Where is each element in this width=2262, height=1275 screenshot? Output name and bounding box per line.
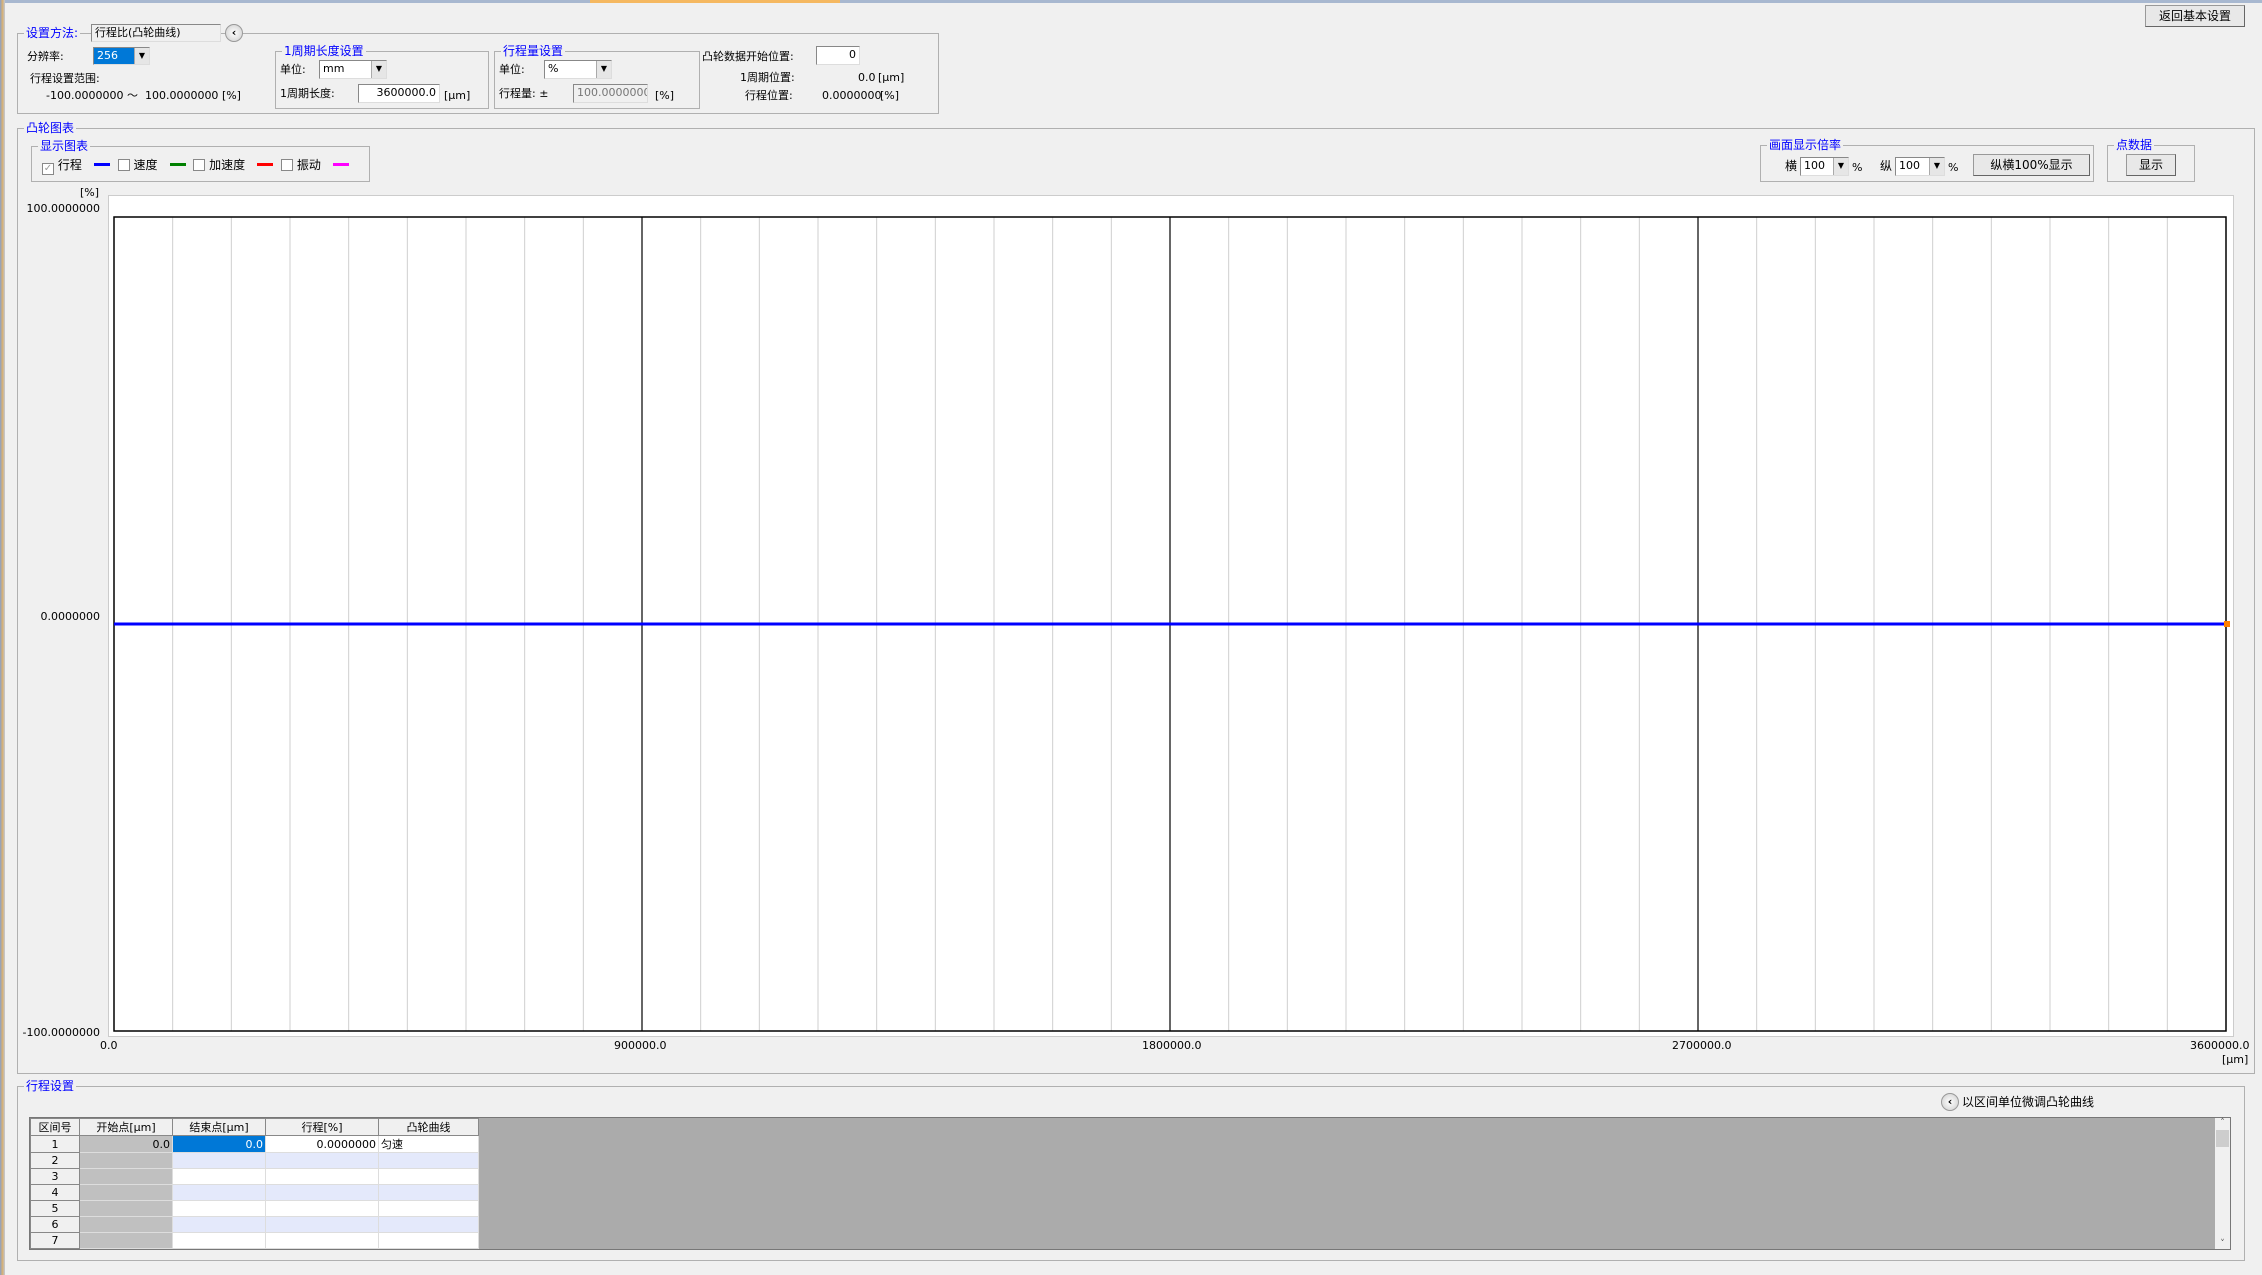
table-cell: 6 [30,1216,80,1233]
column-header[interactable]: 行程[%] [265,1118,379,1136]
column-header[interactable]: 区间号 [30,1118,80,1136]
table-row[interactable]: 4 [30,1184,479,1201]
scroll-thumb[interactable] [2216,1130,2229,1147]
column-header[interactable]: 凸轮曲线 [378,1118,479,1136]
interval-table: 区间号 开始点[μm] 结束点[μm] 行程[%] 凸轮曲线 1 0.0 0.0 0.00000… [30,1118,479,1249]
column-header[interactable]: 结束点[μm] [172,1118,266,1136]
table-cell[interactable] [378,1152,479,1169]
table-cell[interactable] [79,1200,173,1217]
table-cell: 1 [30,1135,80,1153]
table-cell: 3 [30,1168,80,1185]
scroll-up-icon[interactable]: ˄ [2215,1118,2230,1128]
table-row[interactable]: 7 [30,1232,479,1249]
table-cell[interactable] [378,1168,479,1185]
end-point-marker [2224,621,2230,627]
fine-tune-chevron-left-icon[interactable]: ‹ [1941,1093,1959,1111]
table-cell[interactable] [265,1200,379,1217]
table-row[interactable]: 5 [30,1200,479,1217]
table-cell[interactable] [172,1216,266,1233]
interval-table-container: 区间号 开始点[μm] 结束点[μm] 行程[%] 凸轮曲线 1 0.0 0.0 0.00000… [29,1117,2231,1250]
column-header[interactable]: 开始点[μm] [79,1118,173,1136]
table-cell[interactable]: 0.0 [172,1135,266,1153]
table-cell: 2 [30,1152,80,1169]
table-cell[interactable] [172,1200,266,1217]
table-cell[interactable]: 匀速 [378,1135,479,1153]
stroke-settings-title: 行程设置 [24,1079,77,1093]
scroll-down-icon[interactable]: ˅ [2215,1239,2230,1249]
table-cell[interactable] [79,1232,173,1249]
table-cell[interactable] [378,1200,479,1217]
table-cell[interactable] [172,1152,266,1169]
table-header-row: 区间号 开始点[μm] 结束点[μm] 行程[%] 凸轮曲线 [30,1118,479,1136]
table-cell[interactable]: 0.0000000 [265,1135,379,1153]
table-cell: 4 [30,1184,80,1201]
table-cell[interactable] [172,1232,266,1249]
table-cell[interactable] [172,1168,266,1185]
table-row[interactable]: 2 [30,1152,479,1169]
table-cell[interactable] [378,1216,479,1233]
table-cell[interactable] [378,1232,479,1249]
table-cell[interactable] [79,1184,173,1201]
table-cell[interactable] [79,1152,173,1169]
table-cell[interactable] [265,1152,379,1169]
table-cell[interactable] [79,1216,173,1233]
table-cell[interactable] [172,1184,266,1201]
table-row[interactable]: 1 0.0 0.0 0.0000000 匀速 [30,1135,479,1153]
table-cell[interactable]: 0.0 [79,1135,173,1153]
table-cell[interactable] [378,1184,479,1201]
table-cell[interactable] [265,1184,379,1201]
table-row[interactable]: 3 [30,1168,479,1185]
table-row[interactable]: 6 [30,1216,479,1233]
table-cell: 5 [30,1200,80,1217]
table-cell[interactable] [265,1216,379,1233]
cam-chart-plot [113,216,2230,1032]
table-cell: 7 [30,1232,80,1249]
table-cell[interactable] [265,1168,379,1185]
table-cell[interactable] [79,1168,173,1185]
table-cell[interactable] [265,1232,379,1249]
fine-tune-label[interactable]: 以区间单位微调凸轮曲线 [1962,1095,2094,1109]
table-scrollbar[interactable]: ˄ ˅ [2215,1118,2230,1249]
